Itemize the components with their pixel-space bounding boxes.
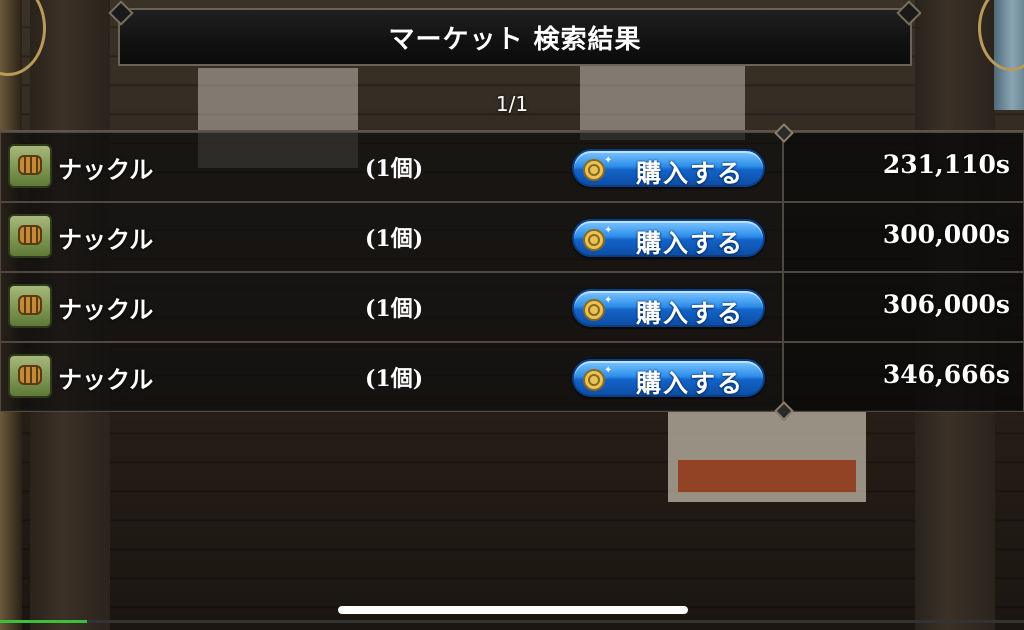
coin-icon: ✦ [583,155,612,181]
title-bar: マーケット 検索結果 [118,8,912,66]
svg-text:✦: ✦ [604,365,612,376]
item-name: ナックル [58,366,154,394]
item-quantity: (1個) [365,296,424,322]
item-quantity: (1個) [365,366,424,392]
buy-button-label: 購入する [636,299,745,328]
listing-row[interactable]: ナックル (1個) ✦ 購入する 346,666s [0,342,1024,412]
buy-button[interactable]: ✦ 購入する [572,359,765,398]
item-quantity: (1個) [365,156,424,182]
item-price: 306,000s [882,290,1010,319]
item-quantity: (1個) [365,226,424,252]
listing-row[interactable]: ナックル (1個) ✦ 購入する 306,000s [0,272,1024,342]
item-price: 300,000s [882,220,1010,249]
knuckle-icon [8,284,52,328]
coin-icon: ✦ [583,365,612,391]
item-price: 231,110s [882,150,1010,179]
coin-icon: ✦ [583,295,612,321]
buy-button-label: 購入する [636,229,745,258]
result-list: ナックル (1個) ✦ 購入する 231,110s ナックル (1個) ✦ 購入… [0,123,1024,421]
background-poster [668,410,866,502]
buy-button-label: 購入する [636,369,745,398]
item-name: ナックル [58,296,154,324]
buy-button[interactable]: ✦ 購入する [572,219,765,258]
progress-fill [0,620,88,623]
home-indicator[interactable] [338,606,688,614]
svg-text:✦: ✦ [604,225,612,236]
buy-button-label: 購入する [636,159,745,188]
svg-text:✦: ✦ [604,295,612,306]
listing-row[interactable]: ナックル (1個) ✦ 購入する 300,000s [0,202,1024,272]
page-title: マーケット 検索結果 [388,24,642,55]
knuckle-icon [8,214,52,258]
knuckle-icon [8,354,52,398]
coin-icon: ✦ [583,225,612,251]
progress-bar [0,620,1024,623]
listing-row[interactable]: ナックル (1個) ✦ 購入する 231,110s [0,132,1024,202]
buy-button[interactable]: ✦ 購入する [572,149,765,188]
item-name: ナックル [58,226,154,254]
page-indicator: 1/1 [495,92,529,116]
item-price: 346,666s [882,360,1010,389]
knuckle-icon [8,144,52,188]
buy-button[interactable]: ✦ 購入する [572,289,765,328]
item-name: ナックル [58,156,154,184]
svg-text:✦: ✦ [604,155,612,166]
